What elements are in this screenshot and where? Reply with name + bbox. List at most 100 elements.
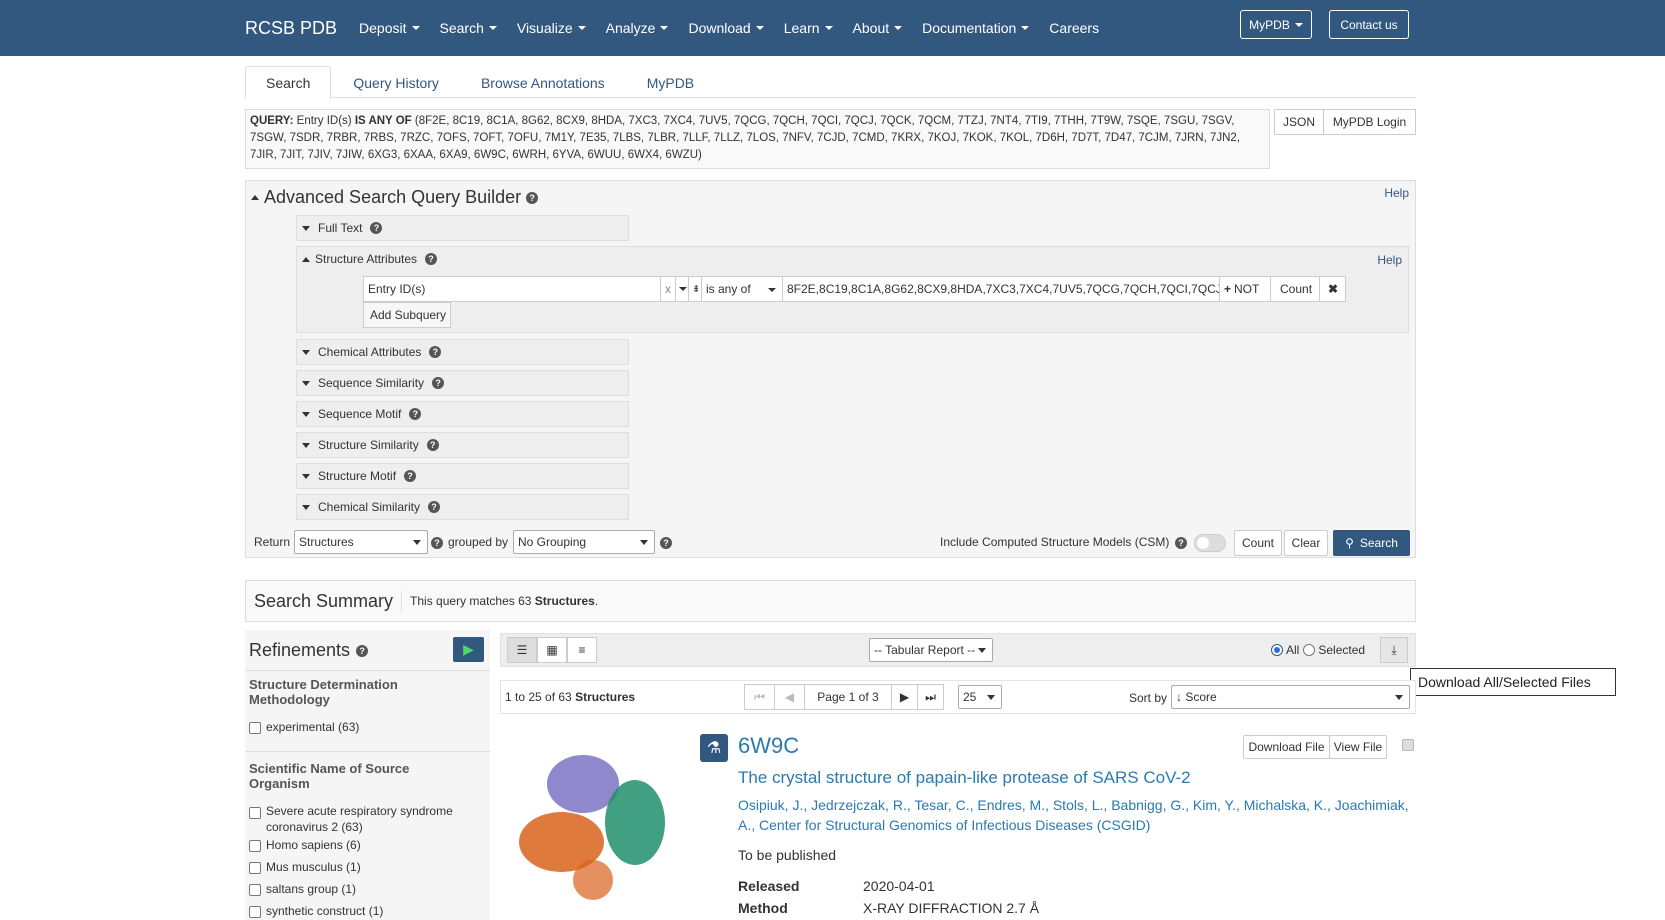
section-structure-similarity[interactable]: Structure Similarity? xyxy=(296,432,629,458)
download-file-button[interactable]: Download File xyxy=(1243,735,1330,759)
chevron-down-icon xyxy=(824,26,833,30)
tab-query-history[interactable]: Query History xyxy=(333,66,459,99)
builder-title[interactable]: Advanced Search Query Builder? xyxy=(251,187,539,208)
help-icon[interactable]: ? xyxy=(370,222,383,234)
mypdb-button[interactable]: MyPDB xyxy=(1240,10,1312,39)
help-icon[interactable]: ? xyxy=(431,537,443,549)
plus-icon: + xyxy=(1224,282,1232,296)
list-view-icon[interactable]: ☰ xyxy=(507,637,537,663)
view-file-button[interactable]: View File xyxy=(1329,735,1387,759)
checkbox[interactable] xyxy=(249,883,261,896)
csm-toggle[interactable] xyxy=(1194,534,1226,552)
help-icon[interactable]: ? xyxy=(429,346,442,358)
help-icon[interactable]: ? xyxy=(1175,537,1187,549)
refinement-group-title: Structure Determination Methodology xyxy=(249,677,398,707)
entry-authors[interactable]: Osipiuk, J., Jedrzejczak, R., Tesar, C.,… xyxy=(738,795,1410,835)
radio-all[interactable] xyxy=(1271,644,1283,656)
query-field: Entry ID(s) xyxy=(296,115,352,127)
tab-search[interactable]: Search xyxy=(245,66,332,99)
mypdb-login-button[interactable]: MyPDB Login xyxy=(1323,109,1416,135)
refinements-panel: Refinements? ▶ Structure Determination M… xyxy=(245,630,490,920)
tab-browse-annotations[interactable]: Browse Annotations xyxy=(461,66,625,99)
brand-logo[interactable]: RCSB PDB xyxy=(245,18,337,39)
previous-page-icon[interactable]: ◀ xyxy=(774,684,805,710)
help-icon[interactable]: ? xyxy=(409,408,422,420)
method-value: X-RAY DIFFRACTION 2.7 Å xyxy=(863,900,1040,916)
checkbox[interactable] xyxy=(249,807,261,819)
section-full-text[interactable]: Full Text? xyxy=(296,215,629,241)
attribute-field-input[interactable]: Entry ID(s) xyxy=(363,276,662,302)
download-icon[interactable]: ⤓ xyxy=(1380,637,1408,663)
nav-search[interactable]: Search xyxy=(440,20,497,36)
attribute-count-button[interactable]: Count xyxy=(1270,276,1320,302)
chevron-down-icon xyxy=(640,540,648,545)
help-icon[interactable]: ? xyxy=(426,439,439,451)
help-icon[interactable]: ? xyxy=(404,470,417,482)
structure-thumbnail[interactable] xyxy=(515,750,680,911)
help-icon[interactable]: ? xyxy=(425,253,438,265)
nav-download[interactable]: Download xyxy=(688,20,764,36)
structure-attributes-help-link[interactable]: Help xyxy=(1377,253,1402,267)
search-button[interactable]: ⚲ Search xyxy=(1333,530,1410,556)
checkbox[interactable] xyxy=(249,861,261,874)
checkbox[interactable] xyxy=(249,905,261,918)
refinement-item[interactable]: Homo sapiens (6) xyxy=(249,838,361,852)
radio-selected[interactable] xyxy=(1303,644,1316,656)
attribute-value-input[interactable]: 8F2E,8C19,8C1A,8G62,8CX9,8HDA,7XC3,7XC4,… xyxy=(782,276,1220,302)
refinement-item[interactable]: saltans group (1) xyxy=(249,882,356,896)
nav-visualize[interactable]: Visualize xyxy=(517,20,586,36)
operator-select[interactable]: is any of xyxy=(701,276,783,302)
radio-selected-label: Selected xyxy=(1318,643,1366,657)
clear-button[interactable]: Clear xyxy=(1284,530,1328,556)
refinement-item[interactable]: experimental (63) xyxy=(249,720,359,734)
return-type-select[interactable]: Structures xyxy=(294,530,428,554)
checkbox[interactable] xyxy=(249,721,261,734)
structure-attributes-header[interactable]: Structure Attributes? xyxy=(302,252,438,266)
first-page-icon[interactable]: ⏮ xyxy=(744,684,775,710)
sort-select[interactable]: ↓ Score xyxy=(1171,685,1410,709)
refinement-item[interactable]: synthetic construct (1) xyxy=(249,904,383,918)
nav-about[interactable]: About xyxy=(853,20,903,36)
contact-us-button[interactable]: Contact us xyxy=(1329,10,1409,39)
help-icon[interactable]: ? xyxy=(428,501,441,513)
field-dropdown-button[interactable] xyxy=(675,276,689,302)
section-chemical-similarity[interactable]: Chemical Similarity? xyxy=(296,494,629,520)
refinement-item[interactable]: Mus musculus (1) xyxy=(249,860,361,874)
nav-careers[interactable]: Careers xyxy=(1049,20,1099,36)
entry-select-checkbox[interactable] xyxy=(1402,739,1414,751)
entry-title-link[interactable]: The crystal structure of papain-like pro… xyxy=(738,768,1191,788)
help-icon[interactable]: ? xyxy=(526,191,539,204)
remove-attribute-icon[interactable]: ✖ xyxy=(1319,276,1346,302)
apply-refinements-button[interactable]: ▶ xyxy=(453,637,484,662)
compact-view-icon[interactable]: ≡ xyxy=(567,637,597,663)
tab-mypdb[interactable]: MyPDB xyxy=(627,66,714,99)
help-icon[interactable]: ? xyxy=(660,537,672,549)
not-toggle-button[interactable]: + NOT xyxy=(1219,276,1271,302)
section-sequence-similarity[interactable]: Sequence Similarity? xyxy=(296,370,629,396)
nav-documentation[interactable]: Documentation xyxy=(922,20,1030,36)
field-tree-button[interactable]: ⇟ xyxy=(688,276,702,302)
builder-help-link[interactable]: Help xyxy=(1384,186,1409,200)
checkbox[interactable] xyxy=(249,839,261,852)
chevron-down-icon xyxy=(768,288,776,292)
section-structure-motif[interactable]: Structure Motif? xyxy=(296,463,629,489)
next-page-icon[interactable]: ▶ xyxy=(891,684,918,710)
nav-deposit[interactable]: Deposit xyxy=(359,20,420,36)
help-icon[interactable]: ? xyxy=(356,644,369,657)
per-page-select[interactable]: 25 xyxy=(958,685,1002,709)
add-subquery-button[interactable]: Add Subquery xyxy=(363,302,451,328)
nav-learn[interactable]: Learn xyxy=(784,20,833,36)
count-button[interactable]: Count xyxy=(1234,530,1282,556)
grid-view-icon[interactable]: ▦ xyxy=(537,637,567,663)
refinement-item[interactable]: Severe acute respiratory syndrome corona… xyxy=(249,803,464,835)
last-page-icon[interactable]: ⏭ xyxy=(917,684,944,710)
clear-field-button[interactable]: x xyxy=(660,276,676,302)
tabular-report-select[interactable]: -- Tabular Report -- xyxy=(869,638,993,662)
nav-analyze[interactable]: Analyze xyxy=(606,20,669,36)
grouping-select[interactable]: No Grouping xyxy=(513,530,655,554)
json-button[interactable]: JSON xyxy=(1274,109,1324,135)
help-icon[interactable]: ? xyxy=(432,377,445,389)
section-sequence-motif[interactable]: Sequence Motif? xyxy=(296,401,629,427)
entry-id-link[interactable]: 6W9C xyxy=(738,733,799,759)
section-chemical-attributes[interactable]: Chemical Attributes? xyxy=(296,339,629,365)
